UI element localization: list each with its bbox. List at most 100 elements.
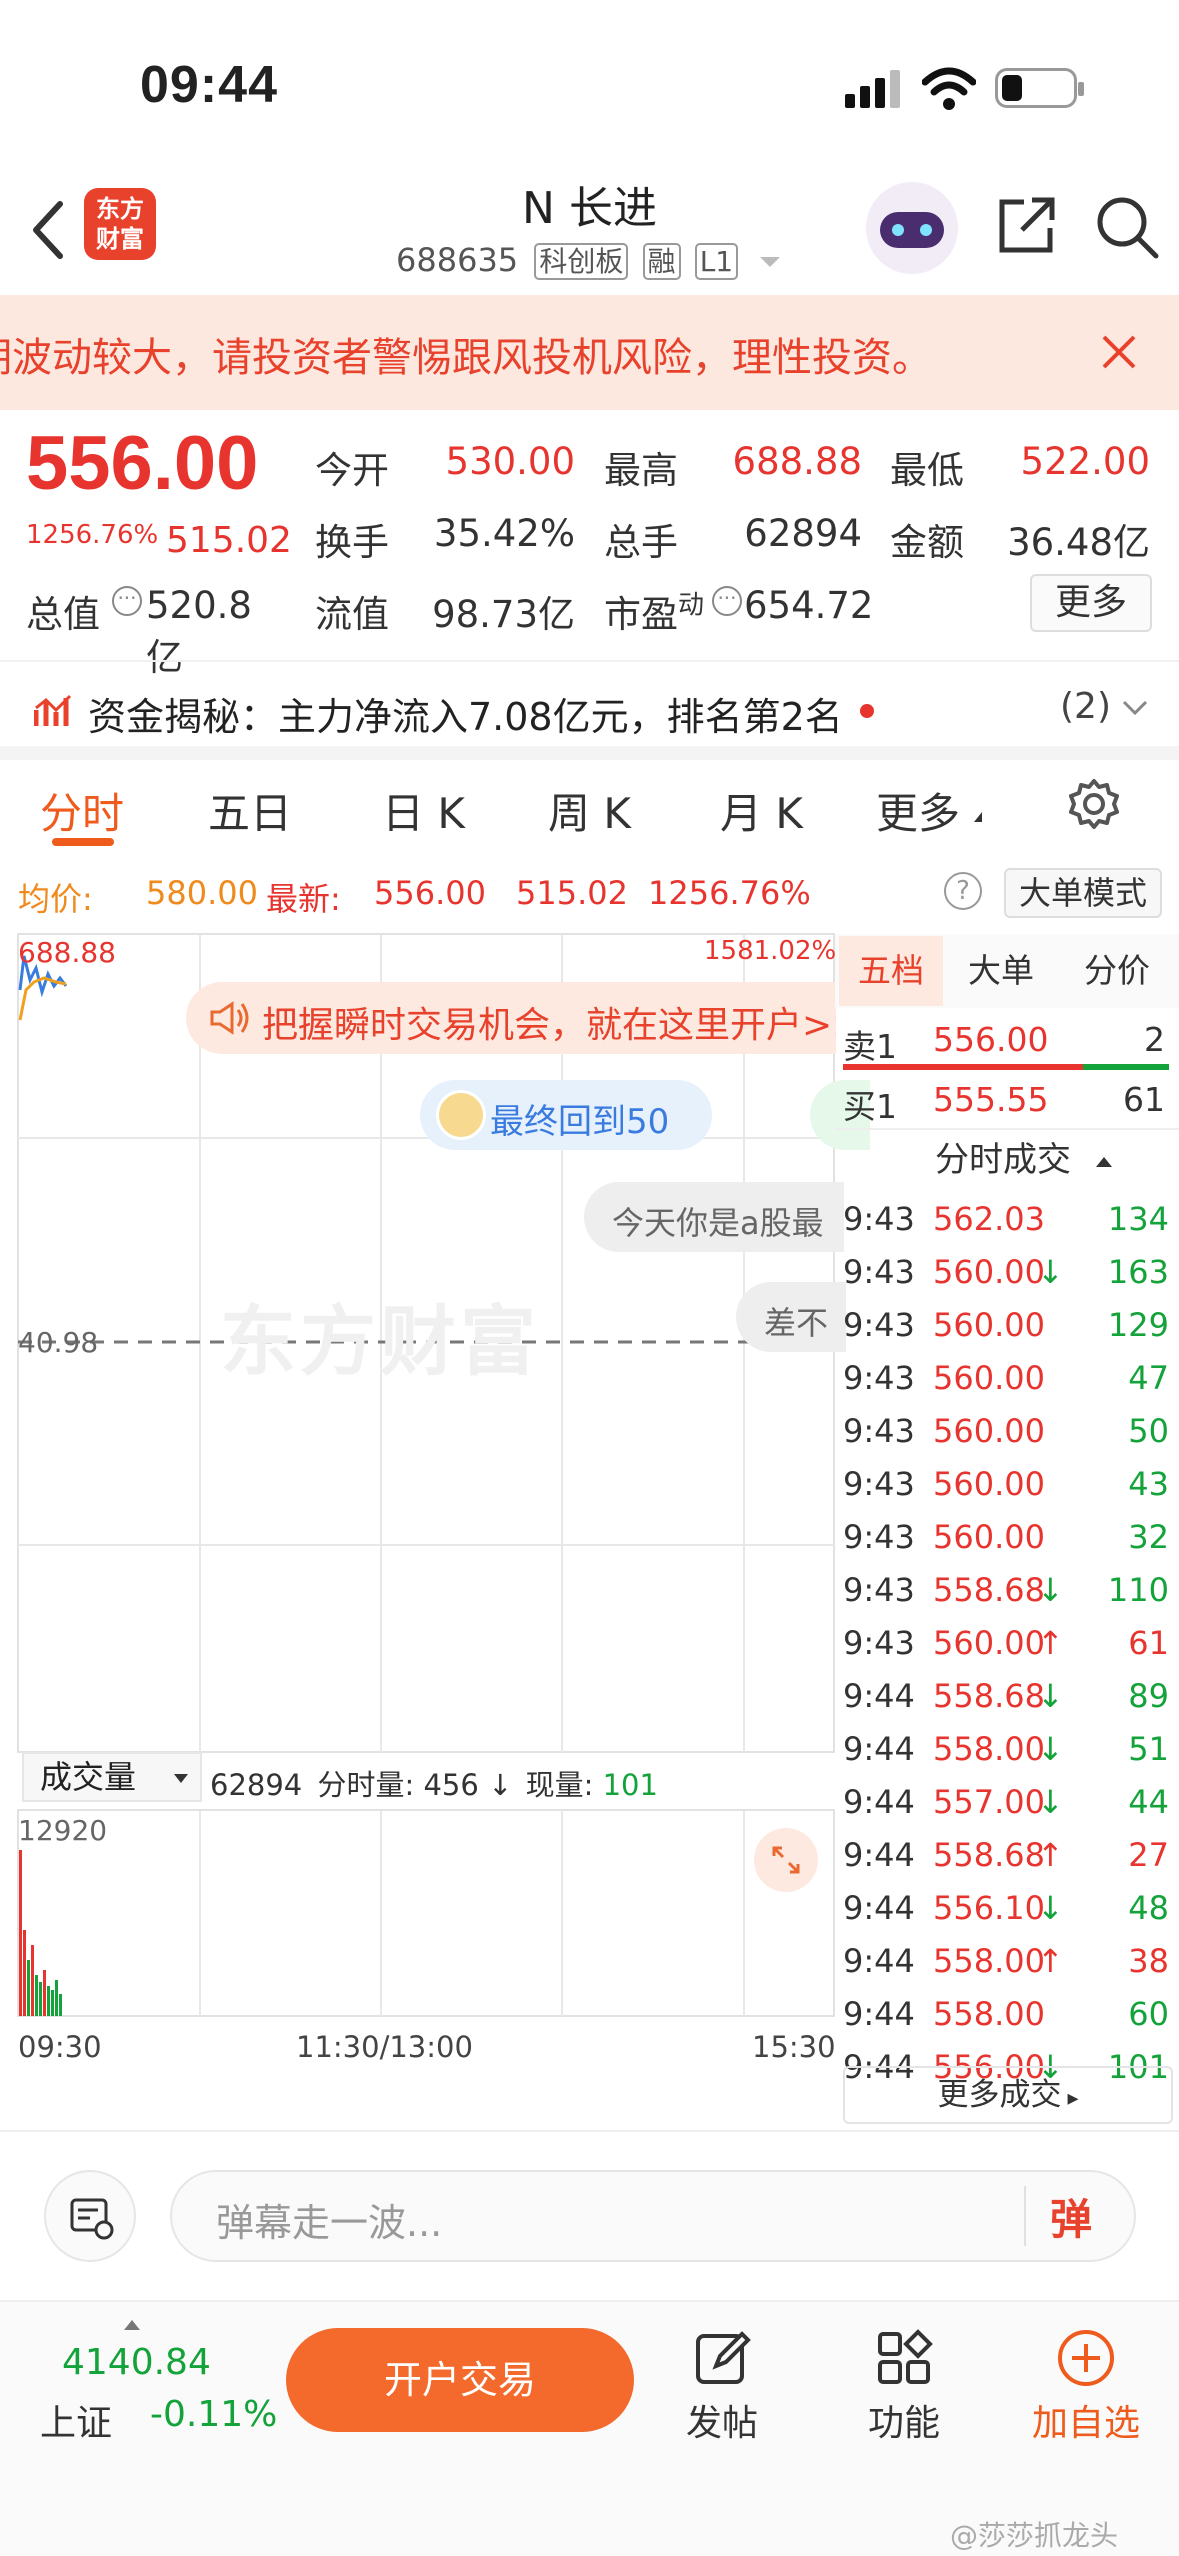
search-icon[interactable]	[1094, 194, 1160, 260]
trade-volume: 38	[1128, 1942, 1169, 1980]
volume-label: 总手	[604, 521, 678, 564]
trade-time: 9:43	[843, 1200, 915, 1238]
tab-monthly-k[interactable]: 月 K	[720, 780, 803, 841]
trade-row: 9:44 556.10 ↓ 48	[843, 1881, 1173, 1934]
danmaku-bubble: 差不	[736, 1282, 846, 1352]
x-tick-open: 09:30	[18, 2030, 102, 2064]
high-value: 688.88	[732, 440, 862, 483]
more-trades-button[interactable]: 更多成交 ▸	[843, 2066, 1173, 2124]
red-dot	[860, 704, 874, 718]
trade-price: 560.00	[933, 1624, 1045, 1662]
trade-arrow: ↑	[1037, 1942, 1064, 1980]
volume-dropdown[interactable]: 成交量	[22, 1752, 202, 1802]
chart-tabs: 分时 五日 日 K 周 K 月 K 更多	[0, 760, 1179, 855]
turnover-label: 换手	[315, 521, 389, 564]
trade-arrow: ↓	[1037, 1571, 1064, 1609]
buy-1-row: 买1 555.55 61	[843, 1080, 1165, 1126]
trade-price: 560.00	[933, 1359, 1045, 1397]
trade-volume: 60	[1128, 1995, 1169, 2033]
tab-five-levels[interactable]: 五档	[839, 936, 943, 1006]
trade-volume: 27	[1128, 1836, 1169, 1874]
trade-row: 9:43 560.00 ↓ 163	[843, 1245, 1173, 1298]
trade-volume: 48	[1128, 1889, 1169, 1927]
close-icon[interactable]	[1100, 333, 1138, 371]
pe-info-icon[interactable]: ···	[712, 586, 742, 616]
trades-title[interactable]: 分时成交	[935, 1130, 1112, 1190]
tag-margin: 融	[642, 243, 681, 280]
price-info-line: 均价: 580.00 最新: 556.00 515.02 1256.76% ? …	[0, 862, 1179, 927]
trades-list[interactable]: 9:43 562.03 134 9:43 560.00 ↓ 163 9:43 560.00 129…	[835, 1192, 1179, 2086]
stock-code-row[interactable]: 688635 科创板 融 L1	[396, 240, 781, 282]
trade-time: 9:44	[843, 1995, 915, 2033]
robot-assistant-icon[interactable]	[866, 182, 958, 274]
low-value: 522.00	[1020, 440, 1150, 483]
open-account-trade-button[interactable]: 开户交易	[286, 2328, 634, 2432]
risk-warning-banner: 期波动较大，请投资者警惕跟风投机风险，理性投资。	[0, 295, 1179, 410]
trade-price: 558.68	[933, 1836, 1045, 1874]
change-percent: 1256.76%	[26, 520, 159, 550]
tab-intraday[interactable]: 分时	[40, 780, 124, 841]
float-cap-label: 流值	[315, 593, 389, 636]
tab-daily-k[interactable]: 日 K	[382, 780, 465, 841]
bid-ask-ratio-bar	[843, 1064, 1169, 1070]
gear-icon[interactable]	[1068, 778, 1120, 830]
pe-label: 市盈动	[604, 590, 705, 636]
open-account-promo[interactable]: 把握瞬时交易机会，就在这里开户>>	[186, 982, 836, 1054]
y-mid-label: 40.98	[18, 1326, 99, 1359]
bottom-action-bar: 4140.84 上证 -0.11% 开户交易 发帖 功能 加自选 @莎莎抓龙头	[0, 2300, 1179, 2556]
wifi-icon	[922, 67, 976, 110]
trade-row: 9:44 558.68 ↓ 89	[843, 1669, 1173, 1722]
trade-time: 9:43	[843, 1518, 915, 1556]
tab-big-orders[interactable]: 大单	[951, 936, 1051, 1006]
trade-volume: 89	[1128, 1677, 1169, 1715]
trade-time: 9:44	[843, 1942, 915, 1980]
trade-volume: 43	[1128, 1465, 1169, 1503]
trade-price: 558.68	[933, 1571, 1045, 1609]
status-time: 09:44	[140, 56, 278, 114]
trade-volume: 129	[1107, 1306, 1169, 1344]
post-button[interactable]: 发帖	[686, 2394, 758, 2446]
trade-arrow: ↓	[1037, 1730, 1064, 1768]
trade-time: 9:44	[843, 1730, 915, 1768]
danmaku-bubble: 最终回到50	[420, 1080, 712, 1150]
chevron-down-icon	[1122, 700, 1148, 716]
danmaku-settings-icon[interactable]	[44, 2170, 136, 2262]
expand-icon[interactable]	[754, 1828, 818, 1892]
trade-row: 9:43 558.68 ↓ 110	[843, 1563, 1173, 1616]
stock-header: 东方 财富 N 长进 688635 科创板 融 L1	[0, 160, 1179, 295]
latest-label: 最新:	[266, 880, 341, 918]
y-max-percent: 1581.02%	[704, 936, 837, 966]
big-order-mode-button[interactable]: 大单模式	[1004, 868, 1162, 918]
functions-button[interactable]: 功能	[868, 2394, 940, 2446]
trade-row: 9:44 558.68 ↑ 27	[843, 1828, 1173, 1881]
tab-price-levels[interactable]: 分价	[1061, 936, 1173, 1006]
sell-1-row: 卖1 556.00 2	[843, 1020, 1165, 1066]
danmaku-input[interactable]: 弹幕走一波... 弹	[170, 2170, 1136, 2262]
trade-volume: 32	[1128, 1518, 1169, 1556]
trade-arrow: ↓	[1037, 1677, 1064, 1715]
danmaku-send-button[interactable]: 弹	[1050, 2186, 1092, 2247]
trade-row: 9:43 560.00 ↑ 61	[843, 1616, 1173, 1669]
trade-row: 9:43 560.00 43	[843, 1457, 1173, 1510]
latest-percent: 1256.76%	[648, 874, 811, 912]
active-tab-underline	[52, 838, 114, 846]
trade-time: 9:43	[843, 1465, 915, 1503]
tab-five-day[interactable]: 五日	[208, 780, 292, 841]
add-watchlist-button[interactable]: 加自选	[1032, 2394, 1140, 2446]
trade-price: 558.00	[933, 1995, 1045, 2033]
help-icon[interactable]: ?	[944, 872, 982, 910]
intraday-chart[interactable]: 东方财富 688.88 1581.02% 40.98 把握瞬时交易机会，就在这里…	[0, 930, 870, 2130]
fund-flow-row[interactable]: 资金揭秘：主力净流入7.08亿元，排名第2名 (2)	[0, 660, 1179, 760]
info-icon[interactable]: ···	[112, 586, 142, 616]
trade-row: 9:43 562.03 134	[843, 1192, 1173, 1245]
trade-arrow: ↓	[1037, 1253, 1064, 1291]
more-button[interactable]: 更多	[1030, 574, 1152, 632]
index-up-caret	[124, 2320, 140, 2330]
index-value[interactable]: 4140.84	[62, 2342, 211, 2383]
share-icon[interactable]	[994, 194, 1058, 258]
tab-more[interactable]: 更多	[876, 780, 960, 841]
quote-panel: 556.00 1256.76% 515.02 今开 530.00 最高 688.…	[0, 410, 1179, 679]
low-label: 最低	[890, 449, 964, 492]
tab-weekly-k[interactable]: 周 K	[548, 780, 631, 841]
trade-volume: 61	[1128, 1624, 1169, 1662]
